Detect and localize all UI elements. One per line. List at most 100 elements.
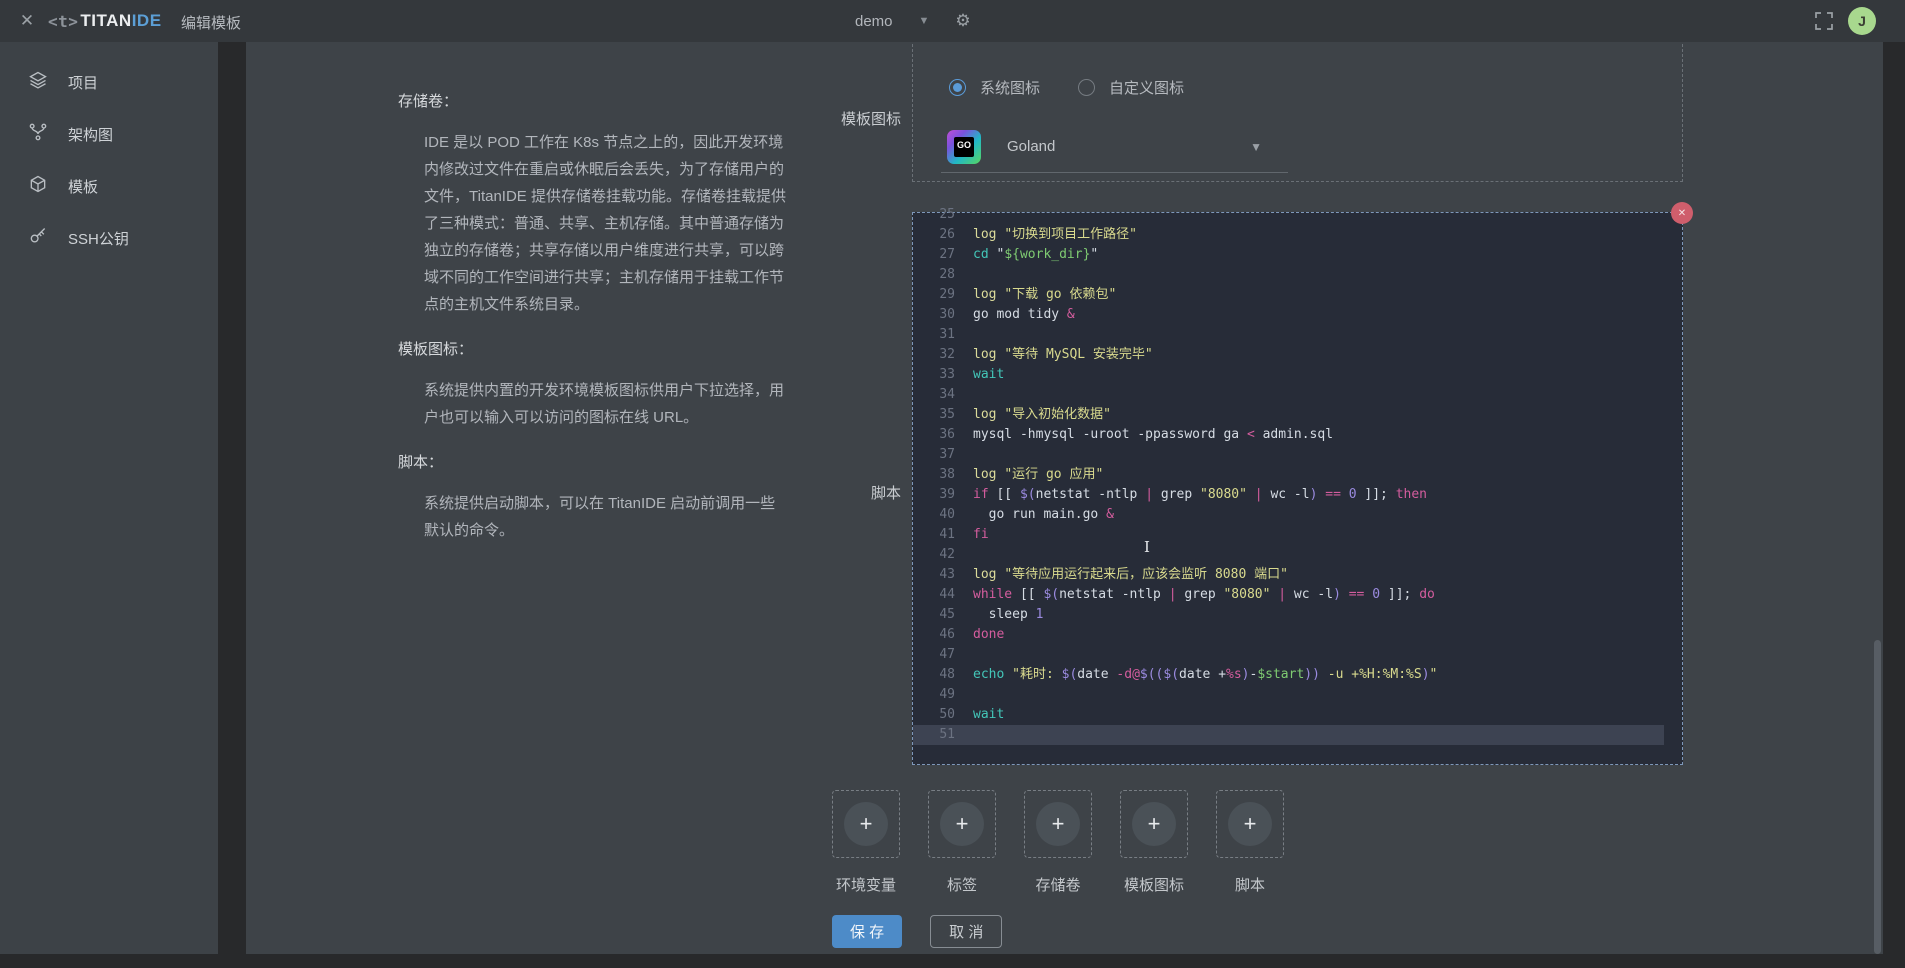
goland-icon-text: GO bbox=[954, 137, 974, 157]
add-标签-group: + 标签 bbox=[928, 790, 996, 895]
add-环境变量-group: +环境变量 bbox=[832, 790, 900, 895]
code-line: 46done bbox=[913, 625, 1682, 645]
help-paragraph: 系统提供启动脚本，可以在 TitanIDE 启动前调用一些默认的命令。 bbox=[398, 490, 790, 544]
add-button-label: 模板图标 bbox=[1120, 874, 1188, 895]
plus-icon: + bbox=[1228, 802, 1272, 846]
script-editor[interactable]: ✕ 2526log "切换到项目工作路径"27cd "${work_dir}"2… bbox=[912, 212, 1683, 765]
add-button-label: 存储卷 bbox=[1024, 874, 1092, 895]
code-line: 45 sleep 1 bbox=[913, 605, 1682, 625]
save-button[interactable]: 保 存 bbox=[832, 915, 902, 948]
sidebar-item-label: 架构图 bbox=[68, 124, 113, 145]
help-paragraph: IDE 是以 POD 工作在 K8s 节点之上的，因此开发环境内修改过文件在重启… bbox=[398, 129, 790, 318]
add-环境变量-button[interactable]: + bbox=[832, 790, 900, 858]
code-line: 43log "等待应用运行起来后，应该会监听 8080 端口" bbox=[913, 565, 1682, 585]
code-line: 29log "下载 go 依赖包" bbox=[913, 285, 1682, 305]
sidebar-item-模板[interactable]: 模板 bbox=[0, 160, 218, 212]
code-line: 27cd "${work_dir}" bbox=[913, 245, 1682, 265]
text-cursor-icon: I bbox=[1144, 538, 1150, 556]
cancel-button[interactable]: 取 消 bbox=[930, 915, 1002, 948]
plus-icon: + bbox=[1132, 802, 1176, 846]
app-logo: <t>TITANIDE bbox=[48, 0, 162, 42]
add-button-label: 标签 bbox=[928, 874, 996, 895]
plus-icon: + bbox=[940, 802, 984, 846]
sidebar-item-label: 项目 bbox=[68, 72, 98, 93]
code-line: 42 bbox=[913, 545, 1682, 565]
help-heading: 脚本： bbox=[398, 451, 790, 472]
template-icon-box: 系统图标 自定义图标 GO Goland ▼ bbox=[912, 42, 1683, 182]
add-模板图标-group: + 模板图标 bbox=[1120, 790, 1188, 895]
code-line: 25 bbox=[913, 205, 1682, 225]
code-line: 38log "运行 go 应用" bbox=[913, 465, 1682, 485]
code-line: 51 bbox=[913, 725, 1664, 745]
add-脚本-button[interactable]: + bbox=[1216, 790, 1284, 858]
page-title: 编辑模板 bbox=[181, 12, 241, 33]
help-heading: 存储卷： bbox=[398, 90, 790, 111]
project-name[interactable]: demo bbox=[855, 13, 893, 30]
action-buttons: 保 存 取 消 bbox=[832, 915, 1002, 948]
architecture-icon bbox=[28, 122, 48, 146]
sidebar-item-label: SSH公钥 bbox=[68, 228, 129, 249]
code-line: 28 bbox=[913, 265, 1682, 285]
sidebar: 项目架构图模板 SSH公钥 bbox=[0, 42, 218, 954]
chevron-down-icon[interactable]: ▼ bbox=[919, 15, 930, 27]
add-模板图标-button[interactable]: + bbox=[1120, 790, 1188, 858]
code-line: 37 bbox=[913, 445, 1682, 465]
delete-script-icon[interactable]: ✕ bbox=[1671, 202, 1693, 224]
code-line: 40 go run main.go & bbox=[913, 505, 1682, 525]
add-标签-button[interactable]: + bbox=[928, 790, 996, 858]
code-lines: 2526log "切换到项目工作路径"27cd "${work_dir}"282… bbox=[913, 205, 1682, 745]
key-icon bbox=[28, 226, 48, 250]
sidebar-item-label: 模板 bbox=[68, 176, 98, 197]
add-section-buttons: +环境变量+标签+存储卷+模板图标+脚本 bbox=[832, 790, 1284, 895]
code-line: 48echo "耗时: $(date -d@$(($(date +%s)-$st… bbox=[913, 665, 1682, 685]
gear-icon[interactable]: ⚙ bbox=[955, 11, 970, 31]
code-line: 34 bbox=[913, 385, 1682, 405]
code-line: 31 bbox=[913, 325, 1682, 345]
icon-type-radio-group: 系统图标 自定义图标 bbox=[949, 77, 1208, 98]
sidebar-item-SSH公钥[interactable]: SSH公钥 bbox=[0, 212, 218, 264]
top-bar: ✕ <t>TITANIDE 编辑模板 demo ▼ ⚙ J bbox=[0, 0, 1905, 42]
project-switcher: demo ▼ ⚙ bbox=[855, 0, 971, 42]
sidebar-item-架构图[interactable]: 架构图 bbox=[0, 108, 218, 160]
system-icon-radio[interactable] bbox=[949, 79, 966, 96]
fullscreen-icon[interactable] bbox=[1815, 12, 1833, 30]
avatar[interactable]: J bbox=[1848, 7, 1876, 35]
logo-bracket: <t> bbox=[48, 12, 78, 31]
edit-template-panel: 存储卷： IDE 是以 POD 工作在 K8s 节点之上的，因此开发环境内修改过文… bbox=[246, 42, 1883, 954]
layers-icon bbox=[28, 70, 48, 94]
code-line: 41fi bbox=[913, 525, 1682, 545]
icon-select-value: Goland bbox=[1007, 138, 1055, 155]
code-line: 35log "导入初始化数据" bbox=[913, 405, 1682, 425]
script-field-label: 脚本 bbox=[781, 482, 901, 503]
add-button-label: 脚本 bbox=[1216, 874, 1284, 895]
code-line: 32log "等待 MySQL 安装完毕" bbox=[913, 345, 1682, 365]
code-line: 26log "切换到项目工作路径" bbox=[913, 225, 1682, 245]
code-line: 33wait bbox=[913, 365, 1682, 385]
plus-icon: + bbox=[844, 802, 888, 846]
add-脚本-group: + 脚本 bbox=[1216, 790, 1284, 895]
sidebar-item-项目[interactable]: 项目 bbox=[0, 56, 218, 108]
logo-ide: IDE bbox=[132, 11, 162, 31]
logo-titan: TITAN bbox=[80, 11, 131, 31]
template-icon-field-label: 模板图标 bbox=[781, 108, 901, 129]
chevron-down-icon: ▼ bbox=[1250, 140, 1262, 154]
code-line: 49 bbox=[913, 685, 1682, 705]
vertical-scrollbar[interactable] bbox=[1874, 640, 1881, 954]
avatar-initial: J bbox=[1858, 13, 1866, 29]
icon-select-dropdown[interactable]: GO Goland ▼ bbox=[941, 121, 1288, 173]
goland-icon: GO bbox=[947, 130, 981, 164]
system-icon-radio-label[interactable]: 系统图标 bbox=[980, 77, 1040, 98]
code-line: 39if [[ $(netstat -ntlp | grep "8080" | … bbox=[913, 485, 1682, 505]
add-存储卷-group: + 存储卷 bbox=[1024, 790, 1092, 895]
help-heading: 模板图标： bbox=[398, 338, 790, 359]
close-icon[interactable]: ✕ bbox=[16, 10, 38, 32]
help-paragraph: 系统提供内置的开发环境模板图标供用户下拉选择，用户也可以输入可以访问的图标在线 … bbox=[398, 377, 790, 431]
cube-icon bbox=[28, 174, 48, 198]
custom-icon-radio-label[interactable]: 自定义图标 bbox=[1109, 77, 1184, 98]
code-line: 50wait bbox=[913, 705, 1682, 725]
custom-icon-radio[interactable] bbox=[1078, 79, 1095, 96]
add-存储卷-button[interactable]: + bbox=[1024, 790, 1092, 858]
code-line: 36mysql -hmysql -uroot -ppassword ga < a… bbox=[913, 425, 1682, 445]
code-line: 47 bbox=[913, 645, 1682, 665]
code-line: 30go mod tidy & bbox=[913, 305, 1682, 325]
